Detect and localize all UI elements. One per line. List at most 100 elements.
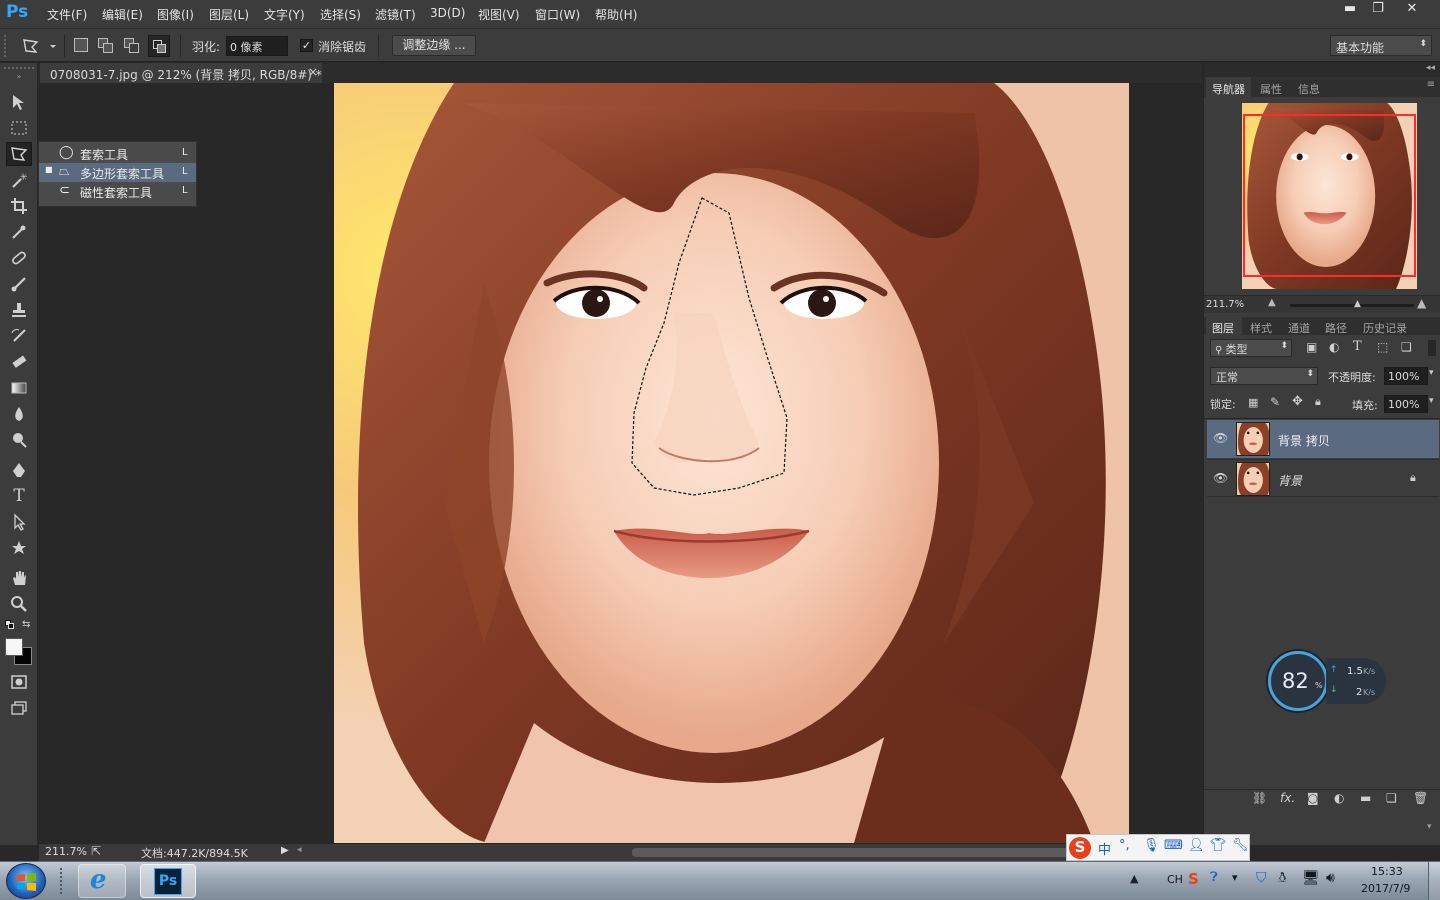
move-tool-icon[interactable] — [6, 90, 32, 114]
visibility-eye-icon[interactable]: 👁︎ — [1213, 471, 1228, 485]
clock-time[interactable]: 15:33 — [1371, 865, 1403, 878]
export-icon[interactable]: ⇱ — [91, 844, 101, 858]
menu-type[interactable]: 文字(Y) — [264, 6, 305, 23]
menu-select[interactable]: 选择(S) — [320, 6, 361, 23]
zoom-level[interactable]: 211.7% — [45, 845, 87, 858]
dodge-tool-icon[interactable] — [6, 428, 32, 452]
magic-wand-icon[interactable]: ✳ — [6, 168, 32, 192]
delete-layer-icon[interactable]: 🗑︎ — [1413, 791, 1428, 805]
filter-toggle[interactable] — [1428, 340, 1436, 356]
start-button[interactable] — [6, 863, 46, 899]
visibility-eye-icon[interactable]: 👁︎ — [1213, 431, 1228, 445]
crop-tool-icon[interactable] — [6, 194, 32, 218]
volume-icon[interactable]: 🔊︎ — [1326, 870, 1335, 886]
new-layer-icon[interactable]: ❏ — [1386, 791, 1397, 805]
tab-layers[interactable]: 图层 — [1212, 320, 1234, 336]
fill-input[interactable]: 100% — [1384, 395, 1428, 413]
taskbar-ie-button[interactable]: e — [78, 864, 126, 898]
link-layers-icon[interactable]: ⛓︎ — [1252, 791, 1267, 805]
flyout-item-magnetic-lasso[interactable]: ⊂ 磁性套索工具 L — [39, 182, 196, 201]
history-brush-icon[interactable] — [6, 324, 32, 348]
path-selection-icon[interactable] — [6, 510, 32, 534]
zoom-in-icon[interactable]: ▲ — [1417, 296, 1426, 310]
options-grip[interactable] — [4, 35, 10, 57]
tool-preset-picker[interactable] — [20, 35, 60, 57]
menu-window[interactable]: 窗口(W) — [535, 6, 580, 23]
menu-help[interactable]: 帮助(H) — [595, 6, 637, 23]
lasso-tool-icon[interactable] — [6, 142, 32, 166]
user-icon[interactable]: 👤︎ — [1188, 838, 1205, 853]
ime-mode-label[interactable]: 中 — [1098, 839, 1111, 858]
marquee-tool-icon[interactable] — [6, 116, 32, 140]
zoom-out-icon[interactable]: ▲ — [1268, 297, 1276, 308]
swap-colors-icon[interactable]: ⇆ — [22, 619, 30, 630]
clock-date[interactable]: 2017/7/9 — [1361, 882, 1410, 895]
lock-position-icon[interactable]: ✥ — [1292, 394, 1303, 409]
add-selection-mode-button[interactable] — [98, 38, 114, 54]
custom-shape-icon[interactable] — [6, 536, 32, 560]
status-menu-arrow-icon[interactable]: ▶ — [281, 845, 289, 856]
brush-tool-icon[interactable] — [6, 272, 32, 296]
healing-brush-icon[interactable] — [6, 246, 32, 270]
language-indicator[interactable]: CH — [1167, 873, 1183, 886]
opacity-dropdown-icon[interactable]: ▾ — [1429, 368, 1434, 378]
tab-styles[interactable]: 样式 — [1250, 320, 1272, 336]
blend-mode-select[interactable]: 正常 ⬍ — [1210, 367, 1318, 385]
panel-menu-icon[interactable]: ≡ — [1427, 79, 1435, 90]
workspace-select[interactable]: 基本功能 ⬍ — [1330, 35, 1432, 56]
opacity-input[interactable]: 100% — [1384, 367, 1428, 385]
gradient-tool-icon[interactable] — [6, 376, 32, 400]
antialias-checkbox[interactable]: ✓ — [300, 39, 313, 52]
tray-expand-icon[interactable]: ▲ — [1130, 872, 1138, 885]
taskbar-photoshop-button[interactable]: Ps — [140, 864, 196, 898]
navigator-zoom-value[interactable]: 211.7% — [1206, 299, 1244, 310]
pen-tool-icon[interactable] — [6, 458, 32, 482]
network-icon[interactable]: 🖥︎ — [1302, 870, 1320, 886]
tab-navigator[interactable]: 导航器 — [1212, 81, 1245, 97]
punctuation-icon[interactable]: °, — [1119, 838, 1130, 853]
settings-wrench-icon[interactable]: 🔧︎ — [1232, 838, 1249, 853]
close-tab-icon[interactable]: × — [308, 65, 318, 79]
panel-resize-icon[interactable]: ▾ — [1427, 822, 1437, 832]
speed-gauge[interactable]: 82 % — [1268, 651, 1328, 711]
skin-icon[interactable]: 👕︎ — [1210, 838, 1227, 853]
qq-icon[interactable]: 🐧︎ — [1278, 870, 1287, 888]
blur-tool-icon[interactable] — [6, 402, 32, 426]
eyedropper-icon[interactable] — [6, 220, 32, 244]
lock-pixels-icon[interactable]: ✎ — [1270, 395, 1280, 409]
tab-channels[interactable]: 通道 — [1288, 320, 1310, 336]
microphone-icon[interactable]: 🎙︎ — [1143, 838, 1160, 853]
layer-filter-select[interactable]: ⚲ 类型 ⬍ — [1210, 339, 1292, 357]
flyout-item-polygonal-lasso[interactable]: ■ ⏢ 多边形套索工具 L — [39, 163, 196, 182]
help-tray-icon[interactable]: ❓︎ — [1210, 870, 1218, 885]
filter-type-icon[interactable]: T — [1353, 339, 1362, 354]
restore-button[interactable]: ❐ — [1362, 0, 1394, 20]
type-tool-icon[interactable]: T — [6, 484, 32, 508]
show-desktop-button[interactable] — [1428, 862, 1440, 900]
zoom-slider-handle-icon[interactable]: ▲ — [1354, 299, 1361, 309]
tray-arrow-icon[interactable]: ▾ — [1232, 871, 1238, 884]
menu-view[interactable]: 视图(V) — [478, 6, 520, 23]
screen-mode-icon[interactable] — [6, 696, 32, 720]
tab-paths[interactable]: 路径 — [1325, 320, 1347, 336]
intersect-selection-mode-button[interactable] — [148, 35, 170, 57]
security-shield-icon[interactable]: ⛉ — [1256, 870, 1267, 886]
refine-edge-button[interactable]: 调整边缘 ... — [392, 35, 476, 56]
new-selection-mode-button[interactable] — [74, 38, 88, 52]
lock-all-icon[interactable]: 🔒︎ — [1315, 395, 1321, 409]
layer-name[interactable]: 背景 拷贝 — [1278, 432, 1330, 449]
document-tab[interactable]: 0708031-7.jpg @ 212% (背景 拷贝, RGB/8#) * × — [40, 63, 322, 83]
fill-dropdown-icon[interactable]: ▾ — [1429, 396, 1434, 406]
clone-stamp-icon[interactable] — [6, 298, 32, 322]
layer-style-icon[interactable]: fx. — [1280, 791, 1295, 805]
filter-smart-object-icon[interactable]: ❏ — [1401, 340, 1412, 354]
hand-tool-icon[interactable] — [6, 566, 32, 590]
layer-row[interactable]: 👁︎ 背景 拷贝 — [1207, 420, 1439, 458]
new-adjustment-layer-icon[interactable]: ◐ — [1334, 791, 1344, 805]
navigator-view-box[interactable] — [1243, 114, 1416, 277]
tab-properties[interactable]: 属性 — [1260, 81, 1282, 97]
add-mask-icon[interactable]: ◙ — [1307, 791, 1319, 805]
foreground-color-swatch[interactable] — [5, 638, 23, 656]
keyboard-icon[interactable]: ⌨︎ — [1164, 838, 1183, 853]
filter-shape-icon[interactable]: ⬚ — [1377, 340, 1388, 354]
